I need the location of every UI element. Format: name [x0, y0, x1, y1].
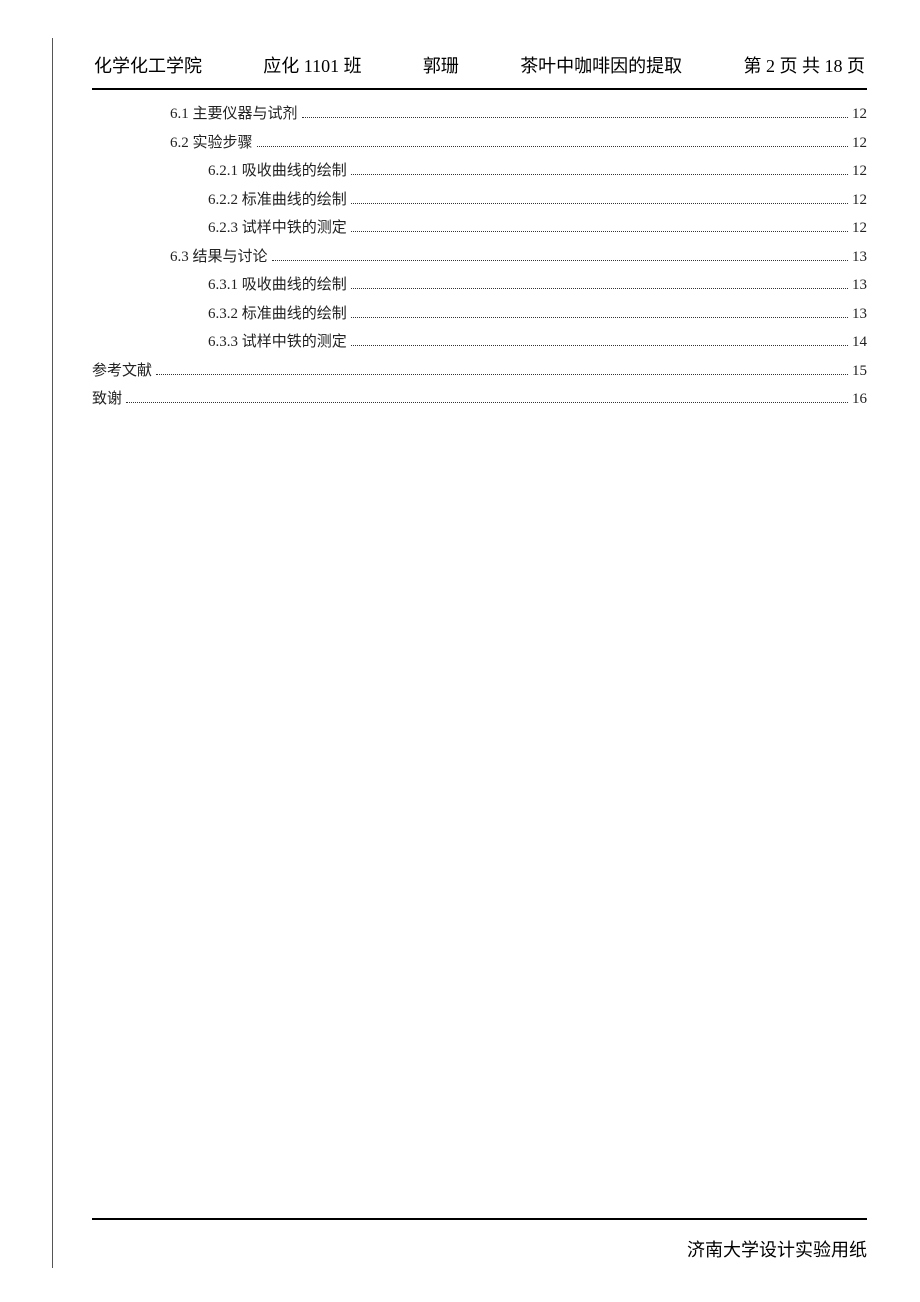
toc-entry: 6.3.3 试样中铁的测定 14: [92, 328, 867, 357]
toc-label: 参考文献: [92, 357, 152, 386]
toc-page: 14: [852, 328, 867, 357]
toc-entry: 6.1 主要仪器与试剂 12: [92, 100, 867, 129]
toc-label: 6.2 实验步骤: [170, 129, 253, 158]
table-of-contents: 6.1 主要仪器与试剂 12 6.2 实验步骤 12 6.2.1 吸收曲线的绘制…: [92, 100, 867, 414]
toc-page: 12: [852, 129, 867, 158]
toc-label: 6.1 主要仪器与试剂: [170, 100, 298, 129]
toc-page: 12: [852, 186, 867, 215]
toc-label: 6.2.1 吸收曲线的绘制: [208, 157, 347, 186]
page-content: 化学化工学院 应化 1101 班 郭珊 茶叶中咖啡因的提取 第 2 页 共 18…: [92, 52, 867, 414]
left-margin-rule: [52, 38, 53, 1268]
toc-leader-dots: [272, 250, 848, 261]
toc-entry: 参考文献 15: [92, 357, 867, 386]
toc-page: 13: [852, 300, 867, 329]
footer-text: 济南大学设计实验用纸: [92, 1236, 867, 1262]
toc-entry: 6.2.1 吸收曲线的绘制 12: [92, 157, 867, 186]
toc-label: 6.3.2 标准曲线的绘制: [208, 300, 347, 329]
toc-leader-dots: [257, 136, 848, 147]
toc-leader-dots: [351, 193, 848, 204]
toc-entry: 6.3.1 吸收曲线的绘制 13: [92, 271, 867, 300]
toc-leader-dots: [156, 364, 848, 375]
header-college: 化学化工学院: [94, 52, 202, 78]
header-pagination: 第 2 页 共 18 页: [743, 52, 865, 78]
toc-entry: 6.3 结果与讨论 13: [92, 243, 867, 272]
page-header: 化学化工学院 应化 1101 班 郭珊 茶叶中咖啡因的提取 第 2 页 共 18…: [92, 52, 867, 84]
toc-leader-dots: [351, 336, 848, 347]
toc-leader-dots: [302, 108, 848, 119]
toc-page: 12: [852, 100, 867, 129]
toc-label: 6.2.2 标准曲线的绘制: [208, 186, 347, 215]
toc-entry: 6.2.2 标准曲线的绘制 12: [92, 186, 867, 215]
toc-entry: 6.3.2 标准曲线的绘制 13: [92, 300, 867, 329]
toc-entry: 致谢 16: [92, 385, 867, 414]
header-class: 应化 1101 班: [263, 52, 361, 78]
header-divider: [92, 88, 867, 90]
toc-entry: 6.2.3 试样中铁的测定 12: [92, 214, 867, 243]
toc-leader-dots: [351, 279, 848, 290]
toc-leader-dots: [351, 307, 848, 318]
toc-label: 致谢: [92, 385, 122, 414]
toc-entry: 6.2 实验步骤 12: [92, 129, 867, 158]
toc-page: 13: [852, 271, 867, 300]
footer-divider: [92, 1218, 867, 1220]
toc-label: 6.3.1 吸收曲线的绘制: [208, 271, 347, 300]
header-author: 郭珊: [423, 52, 459, 78]
toc-leader-dots: [351, 165, 848, 176]
toc-page: 12: [852, 214, 867, 243]
toc-label: 6.3.3 试样中铁的测定: [208, 328, 347, 357]
toc-page: 16: [852, 385, 867, 414]
toc-leader-dots: [126, 393, 848, 404]
toc-page: 13: [852, 243, 867, 272]
toc-label: 6.2.3 试样中铁的测定: [208, 214, 347, 243]
toc-page: 12: [852, 157, 867, 186]
toc-page: 15: [852, 357, 867, 386]
toc-leader-dots: [351, 222, 848, 233]
header-title: 茶叶中咖啡因的提取: [520, 52, 682, 78]
toc-label: 6.3 结果与讨论: [170, 243, 268, 272]
